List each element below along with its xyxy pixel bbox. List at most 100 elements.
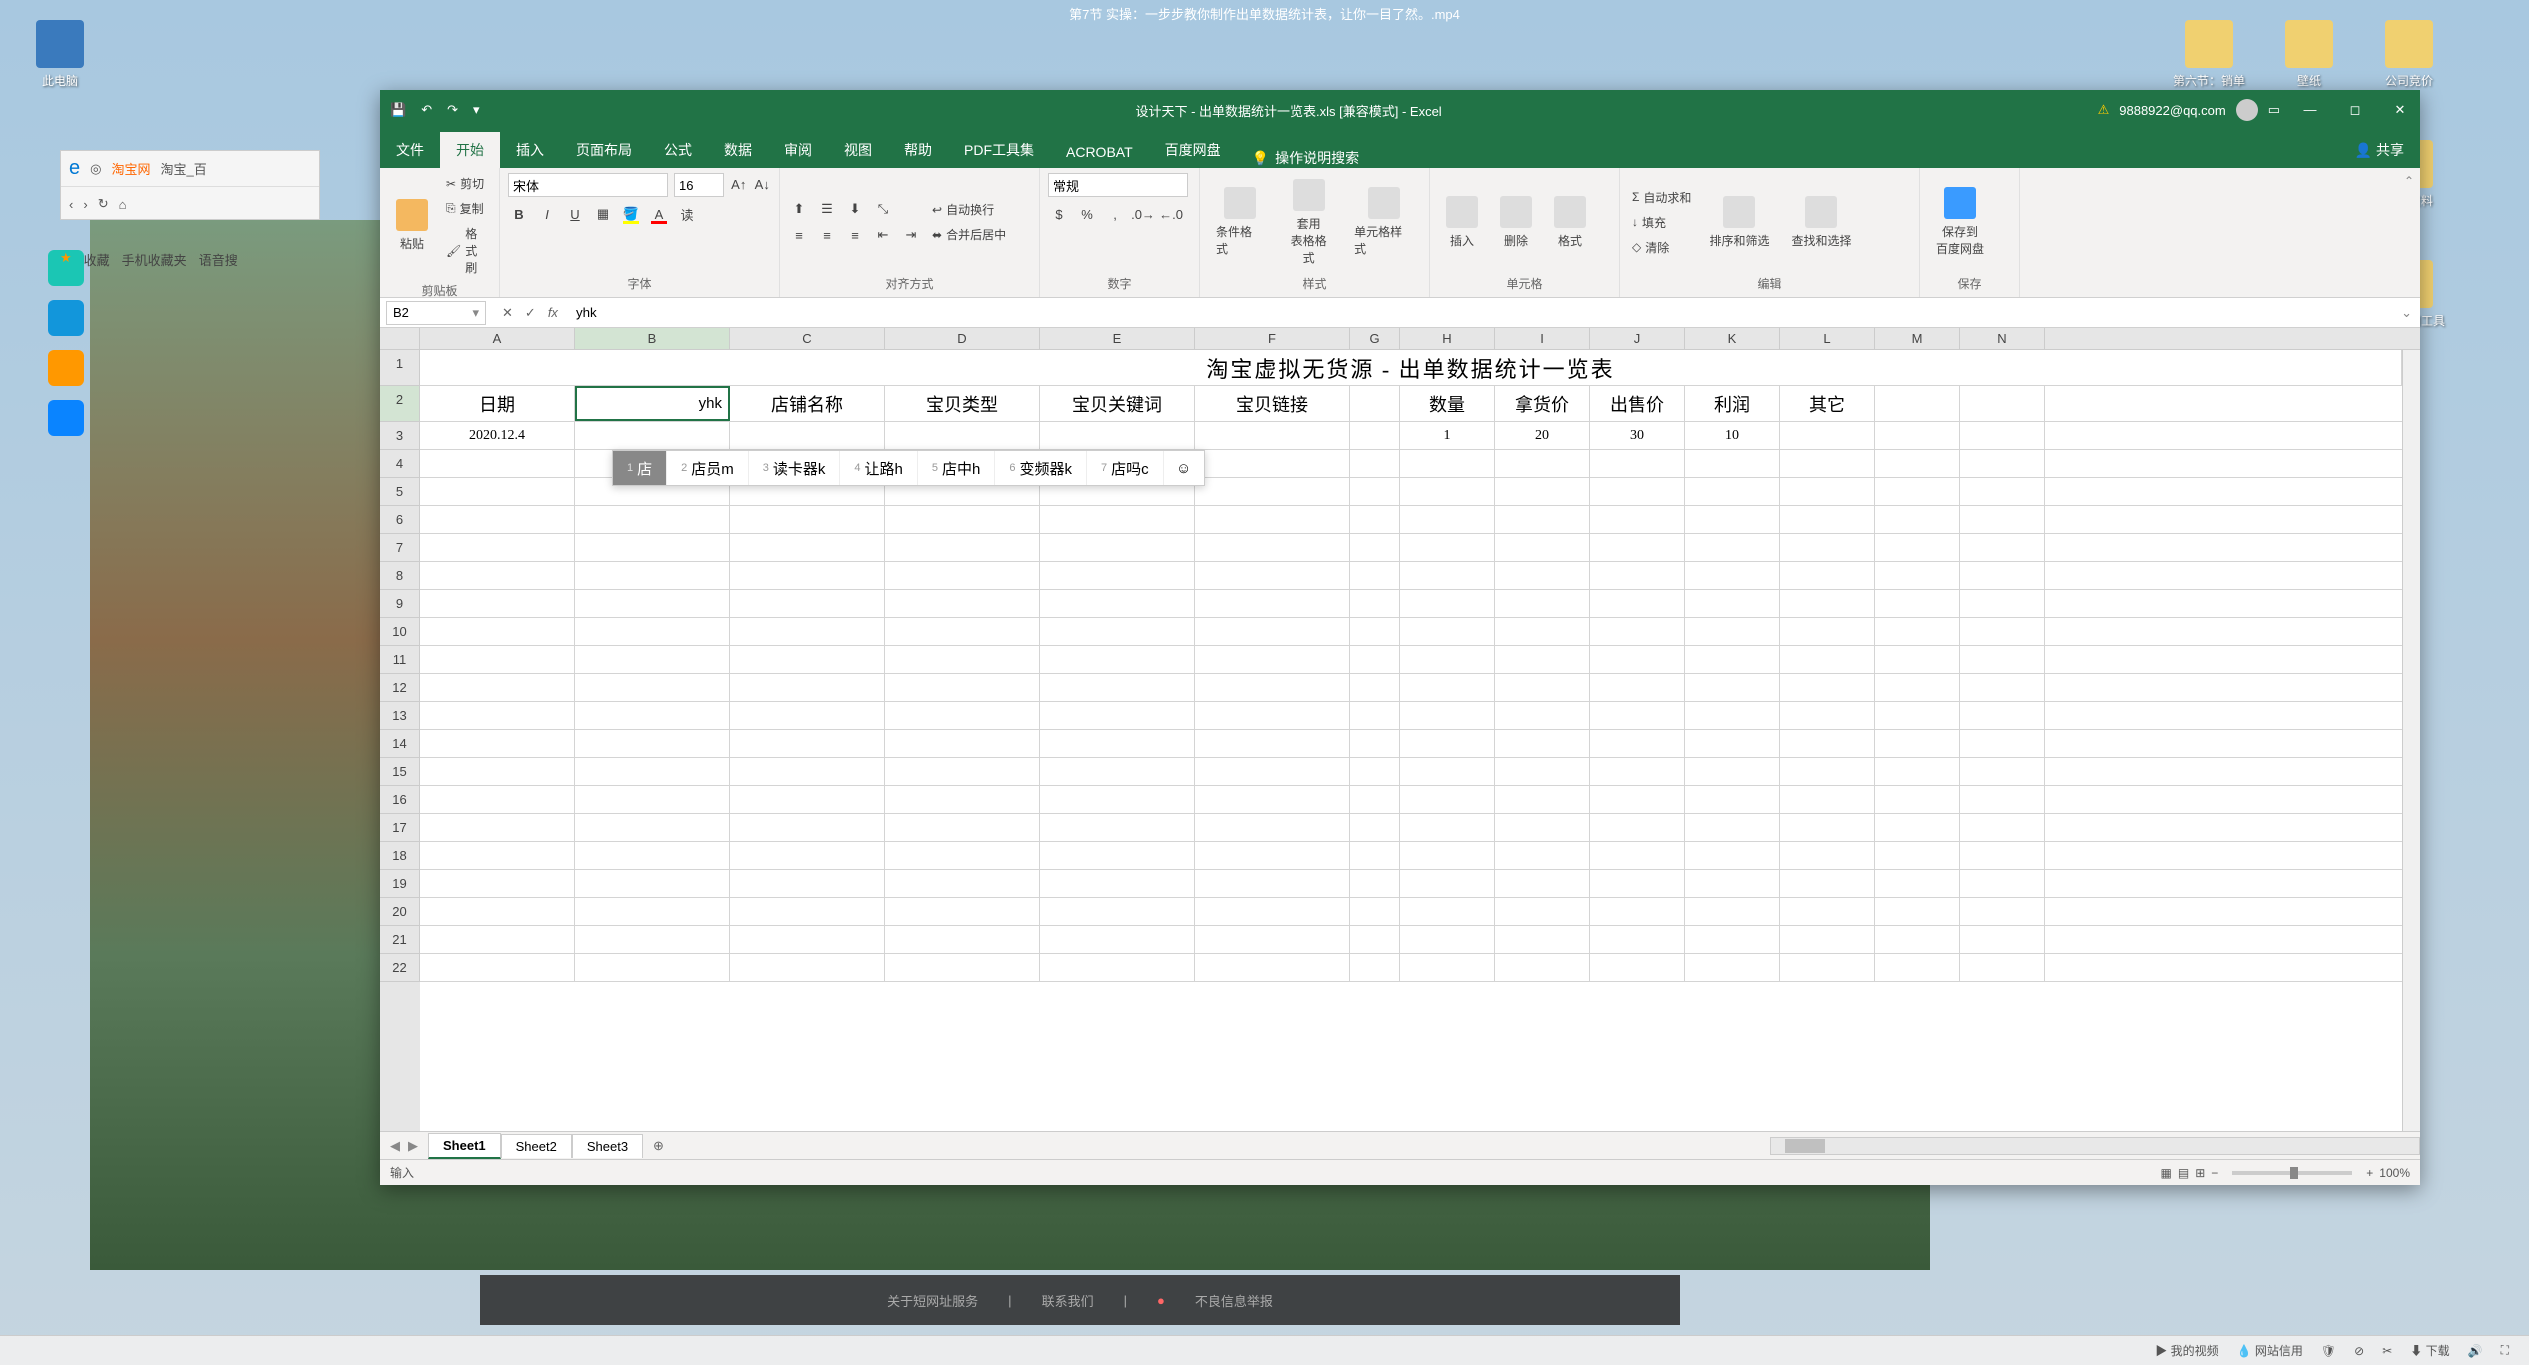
empty-cell[interactable] [1780,562,1875,589]
tab-acrobat[interactable]: ACROBAT [1050,136,1149,168]
empty-cell[interactable] [1040,926,1195,953]
empty-cell[interactable] [1495,562,1590,589]
empty-cell[interactable] [1195,842,1350,869]
tab-file[interactable]: 文件 [380,132,440,168]
empty-cell[interactable] [1960,926,2045,953]
empty-cell[interactable] [1780,506,1875,533]
empty-cell[interactable] [1350,450,1400,477]
block-icon[interactable]: ⊘ [2354,1344,2364,1358]
fill-button[interactable]: ↓填充 [1628,212,1695,233]
data-cell[interactable] [1040,422,1195,449]
empty-cell[interactable] [730,926,885,953]
tab-view[interactable]: 视图 [828,132,888,168]
speaker-icon[interactable]: 🔊 [2468,1344,2483,1358]
indent-left-icon[interactable]: ⇤ [872,224,894,246]
empty-cell[interactable] [1495,674,1590,701]
empty-cell[interactable] [885,534,1040,561]
empty-cell[interactable] [1495,506,1590,533]
empty-cell[interactable] [1195,646,1350,673]
empty-cell[interactable] [420,590,575,617]
sheet-tab-3[interactable]: Sheet3 [572,1134,643,1158]
sheet-nav-prev-icon[interactable]: ◀ [390,1138,400,1154]
page-break-view-icon[interactable]: ⊞ [2195,1166,2205,1180]
fx-icon[interactable]: fx [548,305,558,320]
empty-cell[interactable] [1780,674,1875,701]
phonetic-button[interactable]: 读 [676,203,698,225]
decrease-decimal-icon[interactable]: ←.0 [1160,203,1182,225]
empty-cell[interactable] [1960,674,2045,701]
empty-cell[interactable] [1960,730,2045,757]
data-cell[interactable] [1195,422,1350,449]
empty-cell[interactable] [1960,814,2045,841]
empty-cell[interactable] [1400,730,1495,757]
empty-cell[interactable] [1685,562,1780,589]
conditional-format-button[interactable]: 条件格式 [1208,173,1271,271]
font-color-button[interactable]: A [648,203,670,225]
sheet-tab-2[interactable]: Sheet2 [501,1134,572,1158]
ime-candidate[interactable]: 6变频器k [995,451,1087,485]
browser-edge-icon[interactable]: e [69,157,80,180]
empty-cell[interactable] [1780,730,1875,757]
empty-cell[interactable] [1350,926,1400,953]
browser-tab-2[interactable]: 淘宝_百 [160,159,206,178]
empty-cell[interactable] [1590,814,1685,841]
empty-cell[interactable] [730,646,885,673]
empty-cell[interactable] [885,702,1040,729]
empty-cell[interactable] [1350,534,1400,561]
empty-cell[interactable] [885,758,1040,785]
empty-cell[interactable] [1350,842,1400,869]
empty-cell[interactable] [1495,758,1590,785]
row-header[interactable]: 21 [380,926,420,954]
empty-cell[interactable] [1495,954,1590,981]
column-header[interactable]: I [1495,328,1590,349]
tell-me-search[interactable]: 💡 操作说明搜索 [1252,148,1359,168]
empty-cell[interactable] [575,898,730,925]
autosum-button[interactable]: Σ自动求和 [1628,187,1695,208]
header-cell[interactable]: 店铺名称 [730,386,885,421]
row-header[interactable]: 15 [380,758,420,786]
empty-cell[interactable] [1350,814,1400,841]
align-left-icon[interactable]: ≡ [788,224,810,246]
empty-cell[interactable] [1960,646,2045,673]
empty-cell[interactable] [1495,702,1590,729]
data-cell[interactable] [885,422,1040,449]
empty-cell[interactable] [1960,618,2045,645]
header-cell[interactable] [1875,386,1960,421]
empty-cell[interactable] [1195,618,1350,645]
empty-cell[interactable] [575,870,730,897]
header-cell[interactable]: 宝贝关键词 [1040,386,1195,421]
empty-cell[interactable] [1875,590,1960,617]
data-cell[interactable]: 20 [1495,422,1590,449]
empty-cell[interactable] [575,618,730,645]
empty-cell[interactable] [1400,506,1495,533]
empty-cell[interactable] [1495,870,1590,897]
empty-cell[interactable] [575,842,730,869]
empty-cell[interactable] [1780,450,1875,477]
empty-cell[interactable] [1960,562,2045,589]
empty-cell[interactable] [1195,898,1350,925]
empty-cell[interactable] [1400,674,1495,701]
empty-cell[interactable] [575,814,730,841]
empty-cell[interactable] [1400,618,1495,645]
empty-cell[interactable] [885,590,1040,617]
empty-cell[interactable] [1195,590,1350,617]
empty-cell[interactable] [1780,926,1875,953]
desktop-folder-1[interactable]: 第六节：销单 [2169,20,2249,89]
empty-cell[interactable] [730,758,885,785]
empty-cell[interactable] [1685,842,1780,869]
align-top-icon[interactable]: ⬆ [788,198,810,220]
paste-button[interactable]: 粘贴 [388,173,436,278]
sheet-nav-next-icon[interactable]: ▶ [408,1138,418,1154]
find-select-button[interactable]: 查找和选择 [1783,173,1859,271]
empty-cell[interactable] [1040,842,1195,869]
data-cell[interactable] [1780,422,1875,449]
zoom-level[interactable]: 100% [2379,1166,2410,1180]
empty-cell[interactable] [420,618,575,645]
data-cell[interactable] [1350,422,1400,449]
empty-cell[interactable] [1495,842,1590,869]
column-header[interactable]: F [1195,328,1350,349]
empty-cell[interactable] [420,478,575,505]
empty-cell[interactable] [1685,450,1780,477]
empty-cell[interactable] [1400,646,1495,673]
empty-cell[interactable] [1590,730,1685,757]
